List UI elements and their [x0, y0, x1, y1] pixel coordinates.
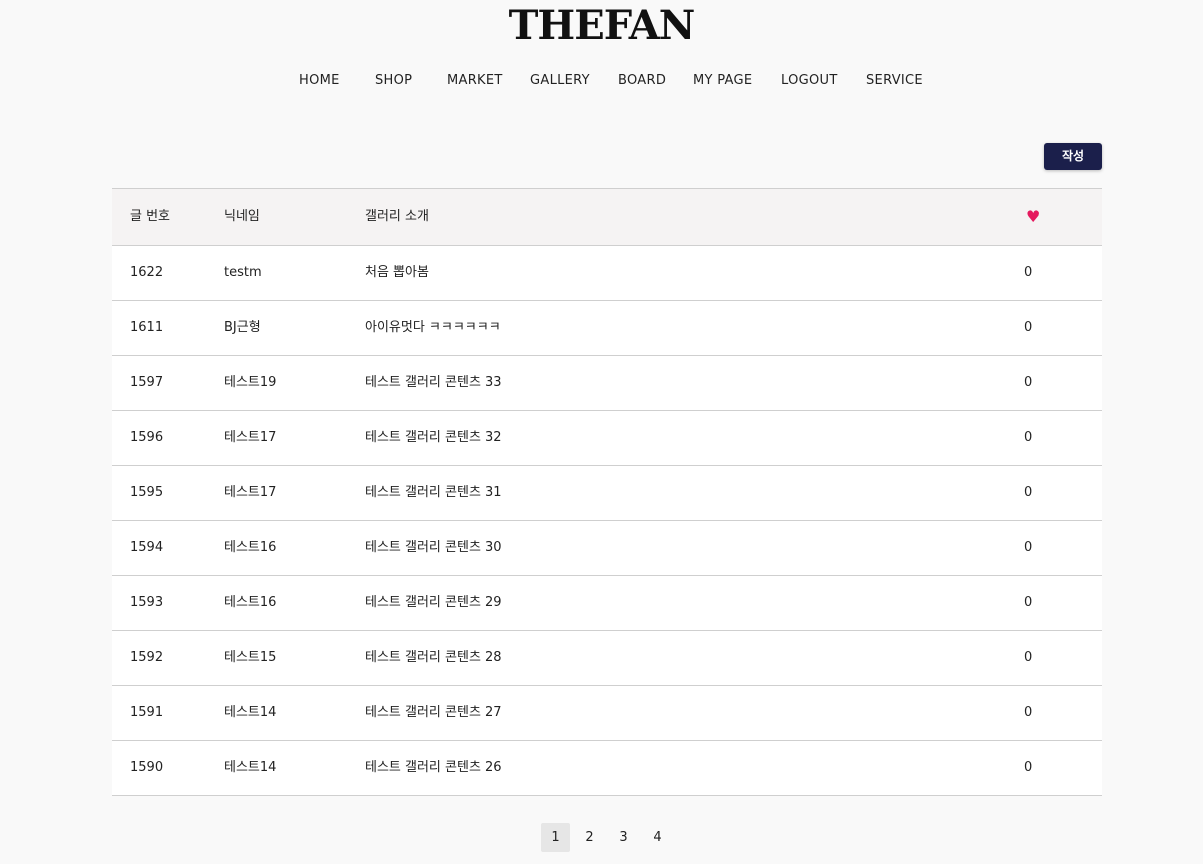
row-intro[interactable]: 테스트 갤러리 콘텐츠 32 [365, 411, 502, 465]
row-likes: 0 [1024, 650, 1033, 665]
row-likes: 0 [1024, 760, 1033, 775]
row-nickname: 테스트14 [224, 705, 277, 720]
row-no: 1597 [130, 375, 164, 390]
table-row[interactable]: 1622 testm 처음 뽑아봄 0 [112, 246, 1102, 301]
row-no: 1592 [130, 650, 164, 665]
row-nickname: 테스트17 [224, 485, 277, 500]
row-intro[interactable]: 테스트 갤러리 콘텐츠 26 [365, 741, 502, 795]
nav-board[interactable]: BOARD [618, 72, 666, 90]
row-no: 1593 [130, 595, 164, 610]
row-nickname: 테스트17 [224, 430, 277, 445]
page-1[interactable]: 1 [541, 823, 570, 852]
table-row[interactable]: 1596 테스트17 테스트 갤러리 콘텐츠 32 0 [112, 411, 1102, 466]
table-row[interactable]: 1593 테스트16 테스트 갤러리 콘텐츠 29 0 [112, 576, 1102, 631]
table-row[interactable]: 1594 테스트16 테스트 갤러리 콘텐츠 30 0 [112, 521, 1102, 576]
column-header-no: 글 번호 [130, 209, 171, 224]
site-header: THEFAN HOME SHOP MARKET GALLERY BOARD MY… [0, 0, 1203, 110]
row-likes: 0 [1024, 705, 1033, 720]
row-likes: 0 [1024, 375, 1033, 390]
row-nickname: 테스트15 [224, 650, 277, 665]
row-likes: 0 [1024, 430, 1033, 445]
nav-my-page[interactable]: MY PAGE [693, 72, 752, 90]
row-no: 1591 [130, 705, 164, 720]
column-header-nickname: 닉네임 [224, 209, 260, 224]
row-nickname: testm [224, 265, 262, 280]
table-row[interactable]: 1611 BJ근형 아이유멋다 ㅋㅋㅋㅋㅋㅋ 0 [112, 301, 1102, 356]
row-nickname: 테스트19 [224, 375, 277, 390]
row-nickname: 테스트14 [224, 760, 277, 775]
column-header-intro: 갤러리 소개 [365, 209, 429, 224]
row-likes: 0 [1024, 265, 1033, 280]
row-nickname: BJ근형 [224, 320, 261, 335]
row-intro[interactable]: 처음 뽑아봄 [365, 246, 429, 300]
row-nickname: 테스트16 [224, 540, 277, 555]
main-nav: HOME SHOP MARKET GALLERY BOARD MY PAGE L… [0, 72, 1203, 90]
row-intro[interactable]: 테스트 갤러리 콘텐츠 27 [365, 686, 502, 740]
page-3[interactable]: 3 [609, 823, 638, 852]
column-header-likes: ♥ [1026, 189, 1040, 247]
row-no: 1594 [130, 540, 164, 555]
table-row[interactable]: 1592 테스트15 테스트 갤러리 콘텐츠 28 0 [112, 631, 1102, 686]
row-likes: 0 [1024, 540, 1033, 555]
table-row[interactable]: 1591 테스트14 테스트 갤러리 콘텐츠 27 0 [112, 686, 1102, 741]
row-no: 1622 [130, 265, 164, 280]
row-intro[interactable]: 테스트 갤러리 콘텐츠 30 [365, 521, 502, 575]
nav-logout[interactable]: LOGOUT [781, 72, 838, 90]
table-header: 글 번호 닉네임 갤러리 소개 ♥ [112, 188, 1102, 246]
nav-home[interactable]: HOME [299, 72, 340, 90]
row-no: 1596 [130, 430, 164, 445]
row-likes: 0 [1024, 595, 1033, 610]
page-2[interactable]: 2 [575, 823, 604, 852]
row-intro[interactable]: 아이유멋다 ㅋㅋㅋㅋㅋㅋ [365, 301, 501, 355]
row-likes: 0 [1024, 320, 1033, 335]
nav-shop[interactable]: SHOP [375, 72, 412, 90]
nav-gallery[interactable]: GALLERY [530, 72, 590, 90]
table-row[interactable]: 1595 테스트17 테스트 갤러리 콘텐츠 31 0 [112, 466, 1102, 521]
nav-market[interactable]: MARKET [447, 72, 503, 90]
site-logo[interactable]: THEFAN [0, 4, 1203, 48]
row-intro[interactable]: 테스트 갤러리 콘텐츠 28 [365, 631, 502, 685]
row-intro[interactable]: 테스트 갤러리 콘텐츠 29 [365, 576, 502, 630]
row-likes: 0 [1024, 485, 1033, 500]
table-row[interactable]: 1597 테스트19 테스트 갤러리 콘텐츠 33 0 [112, 356, 1102, 411]
page-4[interactable]: 4 [643, 823, 672, 852]
table-row[interactable]: 1590 테스트14 테스트 갤러리 콘텐츠 26 0 [112, 741, 1102, 796]
heart-icon: ♥ [1026, 207, 1041, 226]
nav-service[interactable]: SERVICE [866, 72, 923, 90]
row-no: 1611 [130, 320, 164, 335]
row-no: 1595 [130, 485, 164, 500]
row-intro[interactable]: 테스트 갤러리 콘텐츠 31 [365, 466, 502, 520]
gallery-table: 글 번호 닉네임 갤러리 소개 ♥ 1622 testm 처음 뽑아봄 0 1611 BJ… [112, 188, 1102, 796]
row-nickname: 테스트16 [224, 595, 277, 610]
row-no: 1590 [130, 760, 164, 775]
write-button[interactable]: 작성 [1044, 143, 1102, 170]
row-intro[interactable]: 테스트 갤러리 콘텐츠 33 [365, 356, 502, 410]
